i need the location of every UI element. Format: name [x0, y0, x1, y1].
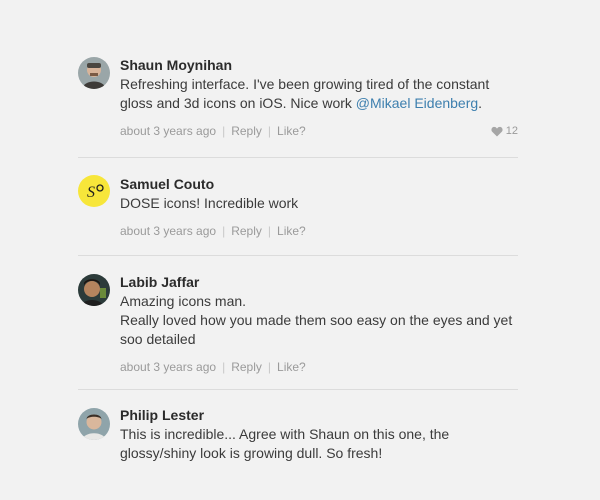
like-count[interactable]: 12 [491, 123, 518, 139]
meta-separator: | [267, 224, 272, 238]
comment-text: Amazing icons man. Really loved how you … [120, 292, 518, 349]
meta-separator: | [267, 360, 272, 374]
meta-separator: | [222, 360, 226, 374]
meta-separator: | [267, 124, 272, 138]
comment-author[interactable]: Samuel Couto [120, 175, 518, 193]
comment-meta: about 3 years ago | Reply | Like? [120, 223, 518, 239]
comment-text: DOSE icons! Incredible work [120, 195, 299, 211]
meta-separator: | [222, 224, 226, 238]
reply-button[interactable]: Reply [231, 124, 262, 138]
comment-timestamp[interactable]: about 3 years ago [120, 124, 216, 138]
mention-link[interactable]: @Mikael Eidenberg [356, 95, 478, 111]
comment-text: This is incredible... Agree with Shaun o… [120, 426, 450, 461]
avatar[interactable] [78, 57, 110, 89]
avatar[interactable] [78, 408, 110, 440]
comment-item: S Samuel Couto DOSE icons! Incredible wo… [78, 157, 518, 255]
like-button[interactable]: Like? [277, 124, 306, 138]
comment-item: Philip Lester This is incredible... Agre… [78, 389, 518, 473]
avatar[interactable] [78, 274, 110, 306]
comment-text-end: . [478, 95, 483, 111]
comment-timestamp[interactable]: about 3 years ago [120, 360, 216, 374]
comment-line: Really loved how you made them soo easy … [120, 312, 513, 347]
comment-text: Refreshing interface. I've been growing … [120, 75, 518, 113]
like-button[interactable]: Like? [277, 360, 306, 374]
comment-timestamp[interactable]: about 3 years ago [120, 224, 216, 238]
like-count-value: 12 [505, 125, 518, 137]
like-button[interactable]: Like? [277, 224, 306, 238]
avatar-logo: S [87, 184, 95, 201]
comment-author[interactable]: Philip Lester [120, 406, 518, 424]
heart-icon [491, 126, 503, 136]
comment-meta: about 3 years ago | Reply | Like? [120, 359, 518, 375]
comment-item: Shaun Moynihan Refreshing interface. I'v… [78, 56, 518, 157]
comment-author[interactable]: Shaun Moynihan [120, 56, 518, 74]
reply-button[interactable]: Reply [231, 360, 262, 374]
avatar[interactable]: S [78, 175, 110, 207]
comment-item: Labib Jaffar Amazing icons man. Really l… [78, 255, 518, 389]
reply-button[interactable]: Reply [231, 224, 262, 238]
comment-meta: about 3 years ago | Reply | Like? 12 [120, 123, 518, 139]
comment-line: Amazing icons man. [120, 293, 247, 309]
comment-list: Shaun Moynihan Refreshing interface. I'v… [78, 56, 518, 473]
meta-separator: | [222, 124, 226, 138]
comment-author[interactable]: Labib Jaffar [120, 273, 518, 291]
